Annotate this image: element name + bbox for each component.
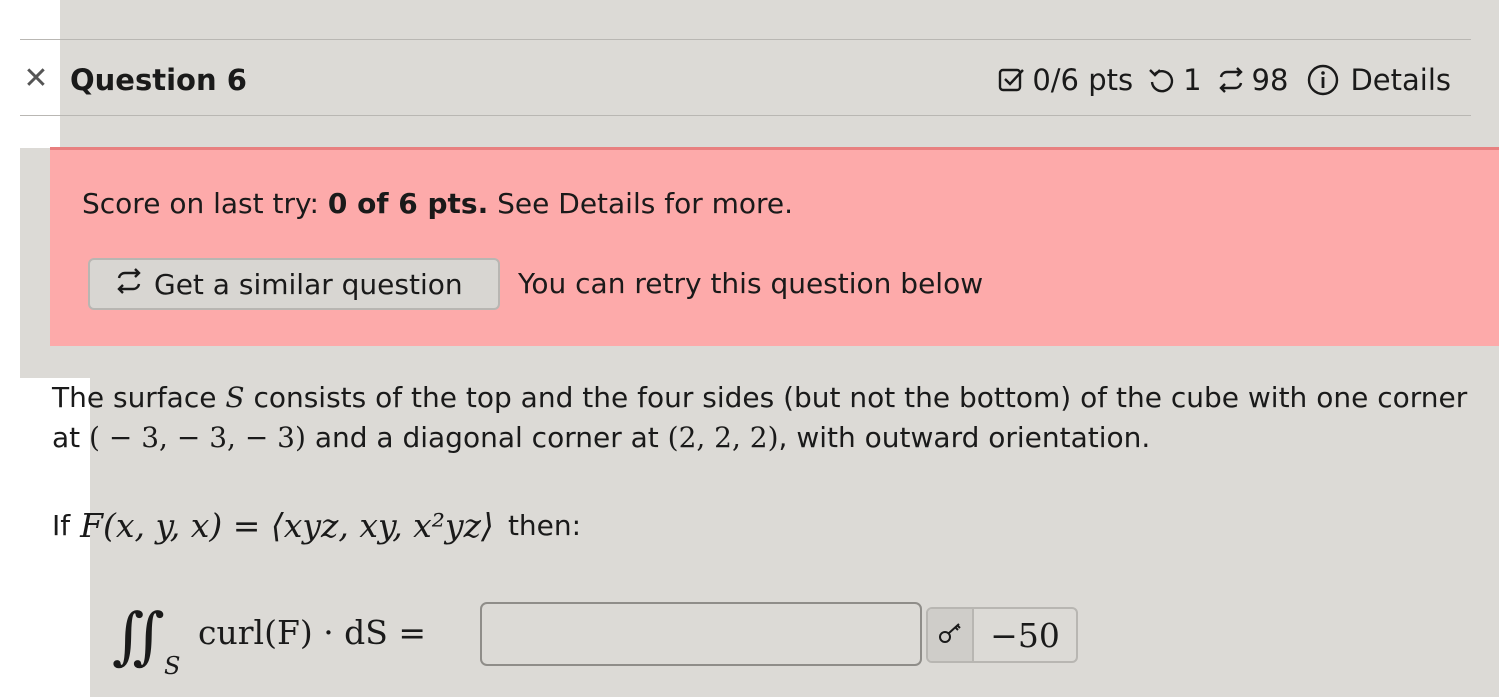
question-text-part: , with outward orientation. <box>778 421 1151 454</box>
integral-expression: curl(F) · dS = <box>198 613 427 652</box>
question-title: Question 6 <box>70 63 247 97</box>
key-icon <box>937 620 963 650</box>
then-label: then: <box>507 509 582 542</box>
retries-item: 98 <box>1216 63 1289 97</box>
answer-key: −50 <box>926 607 1078 663</box>
details-link[interactable]: Details <box>1306 63 1451 97</box>
retries-text: 98 <box>1251 63 1289 97</box>
key-answer-value: −50 <box>990 615 1060 655</box>
if-label: If <box>52 509 71 542</box>
points-item: 0/6 pts <box>998 63 1133 97</box>
points-text: 0/6 pts <box>1032 63 1134 97</box>
score-alert: Score on last try: 0 of 6 pts. See Detai… <box>50 147 1499 346</box>
question-text: The surface S consists of the top and th… <box>52 378 1472 458</box>
score-message: Score on last try: 0 of 6 pts. See Detai… <box>82 184 793 224</box>
question-text-part: and a diagonal corner at <box>305 421 668 454</box>
repeat-icon <box>1216 65 1246 95</box>
surface-symbol: S <box>225 381 245 414</box>
question-meta: 0/6 pts 1 98 Details <box>984 58 1451 102</box>
similar-question-button[interactable]: Get a similar question <box>88 258 500 310</box>
score-suffix: See Details for more. <box>488 187 794 220</box>
info-icon <box>1306 63 1340 97</box>
header-top-rule <box>20 39 1471 40</box>
corner-one: ( − 3, − 3, − 3) <box>89 421 306 454</box>
checkbox-icon <box>998 66 1026 94</box>
attempts-item: 1 <box>1147 63 1202 97</box>
key-button[interactable] <box>928 609 974 661</box>
surface-integral: ∬ S curl(F) · dS = <box>112 596 472 692</box>
undo-icon <box>1147 65 1177 95</box>
details-label: Details <box>1350 63 1451 97</box>
field-definition: If F(x, y, x) = ⟨xyz, xy, x²yz⟩ then: <box>52 500 581 552</box>
double-integral-sign: ∬ <box>112 599 165 672</box>
answer-input[interactable] <box>480 602 922 666</box>
corner-two: (2, 2, 2) <box>667 421 779 454</box>
score-prefix: Score on last try: <box>82 187 328 220</box>
integral-subscript: S <box>164 652 181 680</box>
close-icon[interactable]: ✕ <box>22 62 50 96</box>
score-value: 0 of 6 pts. <box>327 187 489 220</box>
vector-field-expression: F(x, y, x) = ⟨xyz, xy, x²yz⟩ <box>80 506 494 545</box>
question-text-part: The surface <box>52 381 226 414</box>
repeat-icon <box>114 266 154 303</box>
attempts-text: 1 <box>1183 63 1202 97</box>
header-bottom-rule <box>20 115 1471 116</box>
left-margin <box>0 0 20 697</box>
similar-question-label: Get a similar question <box>154 267 463 301</box>
retry-message: You can retry this question below <box>518 267 984 300</box>
